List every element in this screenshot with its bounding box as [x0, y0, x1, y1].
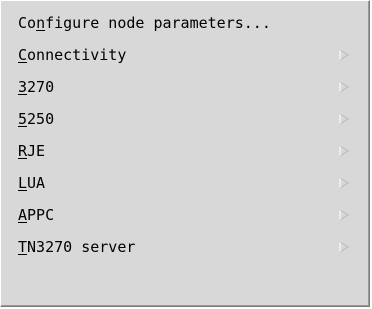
- submenu-arrow-icon: [339, 113, 349, 125]
- submenu-arrow-icon: [339, 209, 349, 221]
- popup-menu: Configure node parameters... Connectivit…: [0, 0, 370, 307]
- menu-item-configure-node-parameters[interactable]: Configure node parameters...: [1, 7, 369, 39]
- menu-item-label: LUA: [18, 173, 46, 192]
- menu-item-tn3270-server[interactable]: TN3270 server: [1, 231, 369, 263]
- submenu-arrow-icon: [339, 145, 349, 157]
- menu-item-label: Connectivity: [18, 45, 127, 64]
- menu-item-label: Configure node parameters...: [18, 13, 271, 32]
- submenu-arrow-icon: [339, 177, 349, 189]
- submenu-arrow-icon: [339, 49, 349, 61]
- menu-item-connectivity[interactable]: Connectivity: [1, 39, 369, 71]
- submenu-arrow-icon: [339, 241, 349, 253]
- menu-item-3270[interactable]: 3270: [1, 71, 369, 103]
- menu-item-lua[interactable]: LUA: [1, 167, 369, 199]
- menu-item-label: 5250: [18, 109, 55, 128]
- menu-item-label: TN3270 server: [18, 237, 136, 256]
- menu-item-rje[interactable]: RJE: [1, 135, 369, 167]
- menu-item-label: RJE: [18, 141, 46, 160]
- menu-item-appc[interactable]: APPC: [1, 199, 369, 231]
- menu-item-label: APPC: [18, 205, 55, 224]
- submenu-arrow-icon: [339, 81, 349, 93]
- menu-item-5250[interactable]: 5250: [1, 103, 369, 135]
- menu-item-label: 3270: [18, 77, 55, 96]
